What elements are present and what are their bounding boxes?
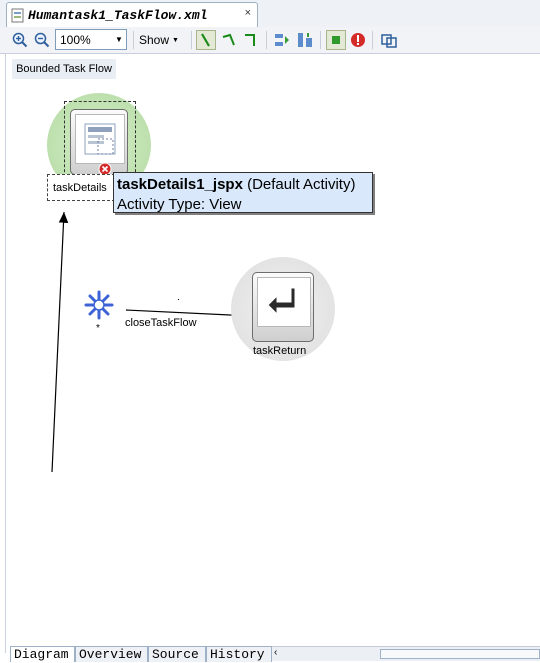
close-task-flow-label: closeTaskFlow (125, 317, 197, 329)
wildcard-icon[interactable] (83, 289, 115, 321)
scrollbar-thumb[interactable] (380, 649, 540, 659)
task-return-node[interactable] (252, 272, 314, 342)
tooltip-activity-name: taskDetails1_jspx (117, 176, 243, 193)
default-control-flow-edge[interactable] (51, 211, 69, 473)
task-details-label: taskDetails (53, 182, 107, 194)
view-page-icon (75, 114, 125, 164)
activity-tooltip: taskDetails1_jspx (Default Activity) Act… (113, 172, 373, 213)
return-arrow-icon (257, 277, 311, 327)
horizontal-scrollbar[interactable]: ‹ (272, 646, 540, 661)
tooltip-activity-suffix: (Default Activity) (247, 176, 356, 193)
task-details-label-box: taskDetails (47, 174, 115, 201)
task-details-node[interactable] (70, 109, 128, 176)
edge-midpoint-handle (178, 299, 179, 300)
wildcard-label: * (96, 323, 100, 334)
scroll-left-icon[interactable]: ‹ (274, 647, 277, 658)
tooltip-line-1: taskDetails1_jspx (Default Activity) (117, 175, 369, 195)
task-return-label: taskReturn (253, 345, 307, 357)
tooltip-activity-type: Activity Type: View (117, 196, 242, 213)
